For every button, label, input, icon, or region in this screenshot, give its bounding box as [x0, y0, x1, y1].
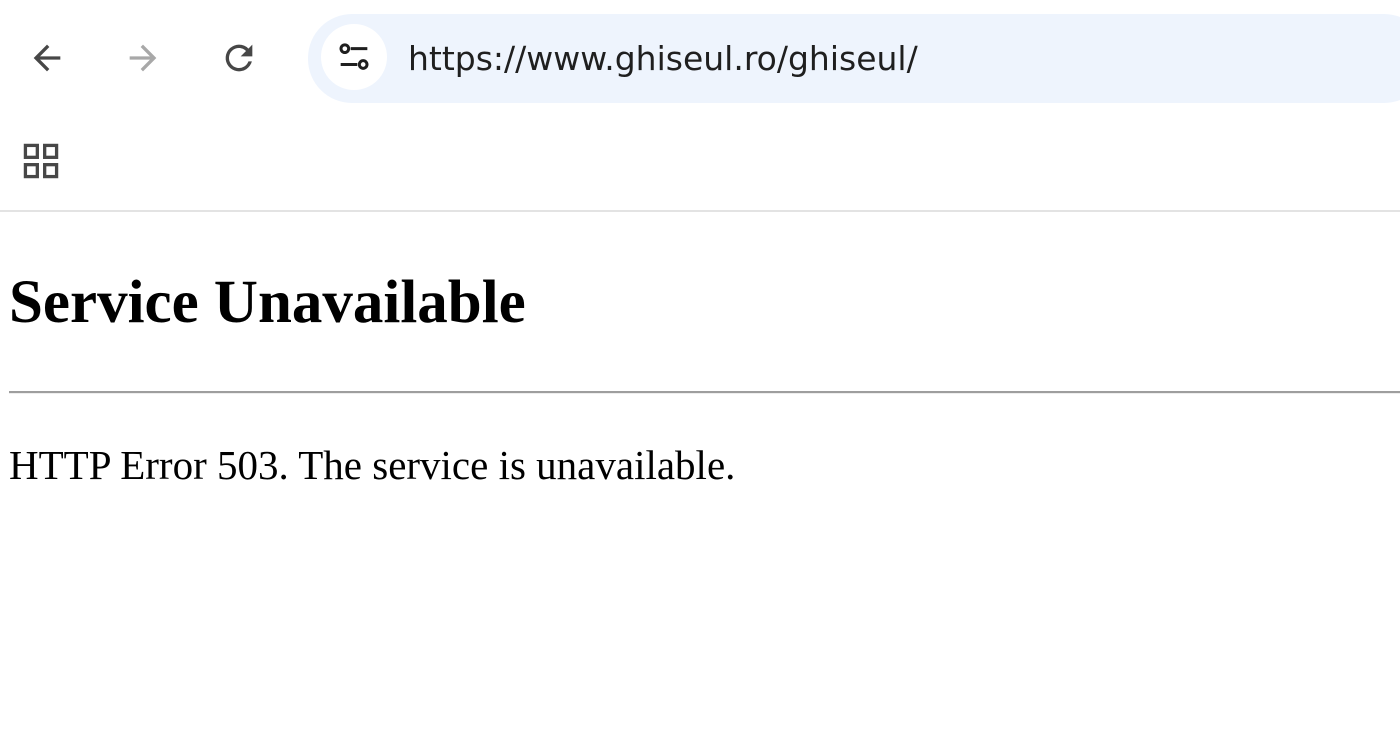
- url-text[interactable]: https://www.ghiseul.ro/ghiseul/: [408, 14, 918, 103]
- apps-grid-icon: [23, 143, 59, 179]
- reload-icon: [225, 44, 253, 72]
- tune-icon: [339, 43, 369, 70]
- arrow-right-icon: [129, 44, 157, 72]
- arrow-left-icon: [33, 44, 61, 72]
- reload-button[interactable]: [211, 30, 267, 86]
- site-info-button[interactable]: [321, 24, 387, 90]
- apps-button[interactable]: [14, 134, 68, 188]
- error-message: HTTP Error 503. The service is unavailab…: [9, 442, 736, 488]
- address-bar[interactable]: https://www.ghiseul.ro/ghiseul/: [308, 14, 1400, 103]
- back-button[interactable]: [19, 30, 75, 86]
- page-title: Service Unavailable: [9, 269, 526, 336]
- page-content: Service Unavailable HTTP Error 503. The …: [0, 212, 1400, 733]
- browser-toolbar: https://www.ghiseul.ro/ghiseul/: [0, 0, 1400, 116]
- forward-button[interactable]: [115, 30, 171, 86]
- horizontal-rule: [9, 391, 1400, 394]
- bookmarks-bar: [0, 116, 1400, 212]
